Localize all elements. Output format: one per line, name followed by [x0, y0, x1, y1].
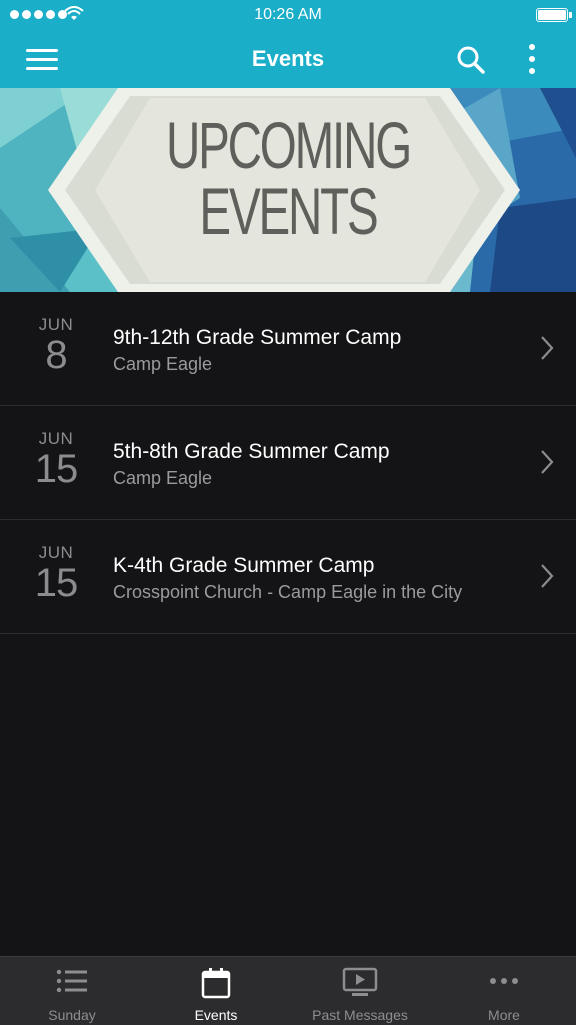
- tab-past-messages[interactable]: Past Messages: [288, 957, 432, 1025]
- event-date: JUN 15: [20, 543, 92, 605]
- event-date: JUN 15: [20, 429, 92, 491]
- overflow-menu-icon[interactable]: [520, 42, 544, 76]
- tab-bar: Sunday Events Past Messages More: [0, 956, 576, 1025]
- play-screen-icon: [342, 967, 378, 996]
- list-icon: [56, 969, 87, 993]
- tab-label: Events: [194, 1007, 238, 1023]
- tab-label: More: [488, 1007, 520, 1023]
- battery-icon: [536, 8, 572, 22]
- event-row[interactable]: JUN 15 K-4th Grade Summer Camp Crosspoin…: [0, 520, 576, 634]
- events-list: JUN 8 9th-12th Grade Summer Camp Camp Ea…: [0, 292, 576, 634]
- tab-sunday[interactable]: Sunday: [0, 957, 144, 1025]
- event-day: 15: [34, 561, 79, 605]
- event-title: K-4th Grade Summer Camp: [113, 554, 375, 577]
- calendar-icon: [201, 968, 231, 999]
- event-date: JUN 8: [20, 315, 92, 377]
- status-bar: 10:26 AM: [0, 0, 576, 30]
- status-time: 10:26 AM: [254, 6, 322, 23]
- event-row[interactable]: JUN 8 9th-12th Grade Summer Camp Camp Ea…: [0, 292, 576, 406]
- banner-line-1: UPCOMING: [165, 108, 412, 182]
- banner-line-2: EVENTS: [199, 174, 378, 248]
- event-row[interactable]: JUN 15 5th-8th Grade Summer Camp Camp Ea…: [0, 406, 576, 520]
- event-location: Camp Eagle: [113, 468, 213, 488]
- navigation-bar: Events: [0, 30, 576, 88]
- page-title: Events: [251, 46, 325, 71]
- event-location: Camp Eagle: [113, 354, 213, 374]
- chevron-right-icon: [541, 336, 554, 360]
- event-month: JUN: [38, 315, 74, 334]
- more-dots-icon: [490, 978, 518, 984]
- chevron-right-icon: [541, 564, 554, 588]
- banner-heading: UPCOMING EVENTS: [81, 112, 496, 244]
- upcoming-events-banner: UPCOMING EVENTS: [0, 88, 576, 292]
- event-month: JUN: [38, 543, 74, 562]
- chevron-right-icon: [541, 450, 554, 474]
- event-day: 8: [45, 333, 67, 377]
- event-title: 5th-8th Grade Summer Camp: [113, 440, 390, 463]
- event-title: 9th-12th Grade Summer Camp: [113, 326, 402, 349]
- tab-events[interactable]: Events: [144, 957, 288, 1025]
- event-day: 15: [34, 447, 79, 491]
- event-month: JUN: [38, 429, 74, 448]
- search-icon[interactable]: [456, 45, 486, 75]
- tab-label: Past Messages: [312, 1007, 408, 1023]
- tab-label: Sunday: [48, 1007, 96, 1023]
- tab-more[interactable]: More: [432, 957, 576, 1025]
- event-location: Crosspoint Church - Camp Eagle in the Ci…: [113, 582, 463, 602]
